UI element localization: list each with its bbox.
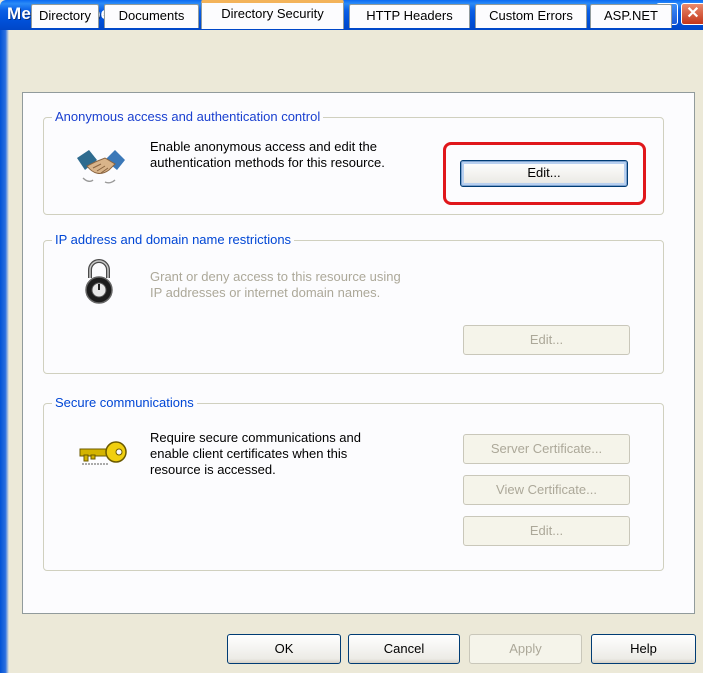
tab-directory-security[interactable]: Directory Security (201, 0, 344, 29)
window-border (0, 30, 9, 673)
secure-description: Require secure communications and enable… (150, 430, 361, 477)
button-label: Cancel (383, 641, 425, 656)
group-title: IP address and domain name restrictions (52, 232, 295, 248)
apply-button[interactable]: Apply (469, 634, 582, 664)
group-title: Anonymous access and authentication cont… (52, 109, 324, 125)
group-title: Secure communications (52, 395, 197, 411)
tab-custom-errors[interactable]: Custom Errors (475, 4, 587, 28)
secure-edit-button[interactable]: Edit... (463, 516, 630, 546)
button-label: OK (274, 641, 294, 656)
ok-button[interactable]: OK (227, 634, 341, 664)
button-label: Help (630, 641, 657, 656)
ip-edit-button[interactable]: Edit... (463, 325, 630, 355)
button-label: Edit... (529, 332, 564, 347)
button-label: Edit... (529, 523, 564, 538)
tab-label: Custom Errors (489, 8, 573, 23)
view-certificate-button[interactable]: View Certificate... (463, 475, 630, 505)
button-label: Server Certificate... (490, 441, 603, 456)
key-icon (79, 441, 127, 465)
highlight-frame (443, 142, 646, 205)
handshake-icon (77, 150, 125, 184)
tab-label: Directory (38, 8, 91, 23)
tab-label: Directory Security (221, 6, 324, 21)
server-certificate-button[interactable]: Server Certificate... (463, 434, 630, 464)
anonymous-description: Enable anonymous access and edit the aut… (150, 139, 385, 170)
button-label: Apply (509, 641, 542, 656)
cancel-button[interactable]: Cancel (348, 634, 460, 664)
help-button[interactable]: Help (591, 634, 696, 664)
padlock-icon (85, 259, 113, 304)
button-label: View Certificate... (496, 482, 597, 497)
tab-label: Documents (118, 8, 185, 23)
media-properties-window: Media Properties ? ✕ Directory Documents… (0, 0, 703, 673)
tab-directory[interactable]: Directory (31, 4, 99, 28)
close-icon: ✕ (686, 5, 700, 22)
tab-http-headers[interactable]: HTTP Headers (349, 4, 470, 28)
tab-documents[interactable]: Documents (104, 4, 199, 28)
tab-asp-net[interactable]: ASP.NET (590, 4, 672, 28)
tab-label: ASP.NET (604, 8, 658, 23)
close-button[interactable]: ✕ (681, 3, 703, 25)
tab-label: HTTP Headers (366, 8, 453, 23)
ip-description: Grant or deny access to this resource us… (150, 269, 401, 300)
